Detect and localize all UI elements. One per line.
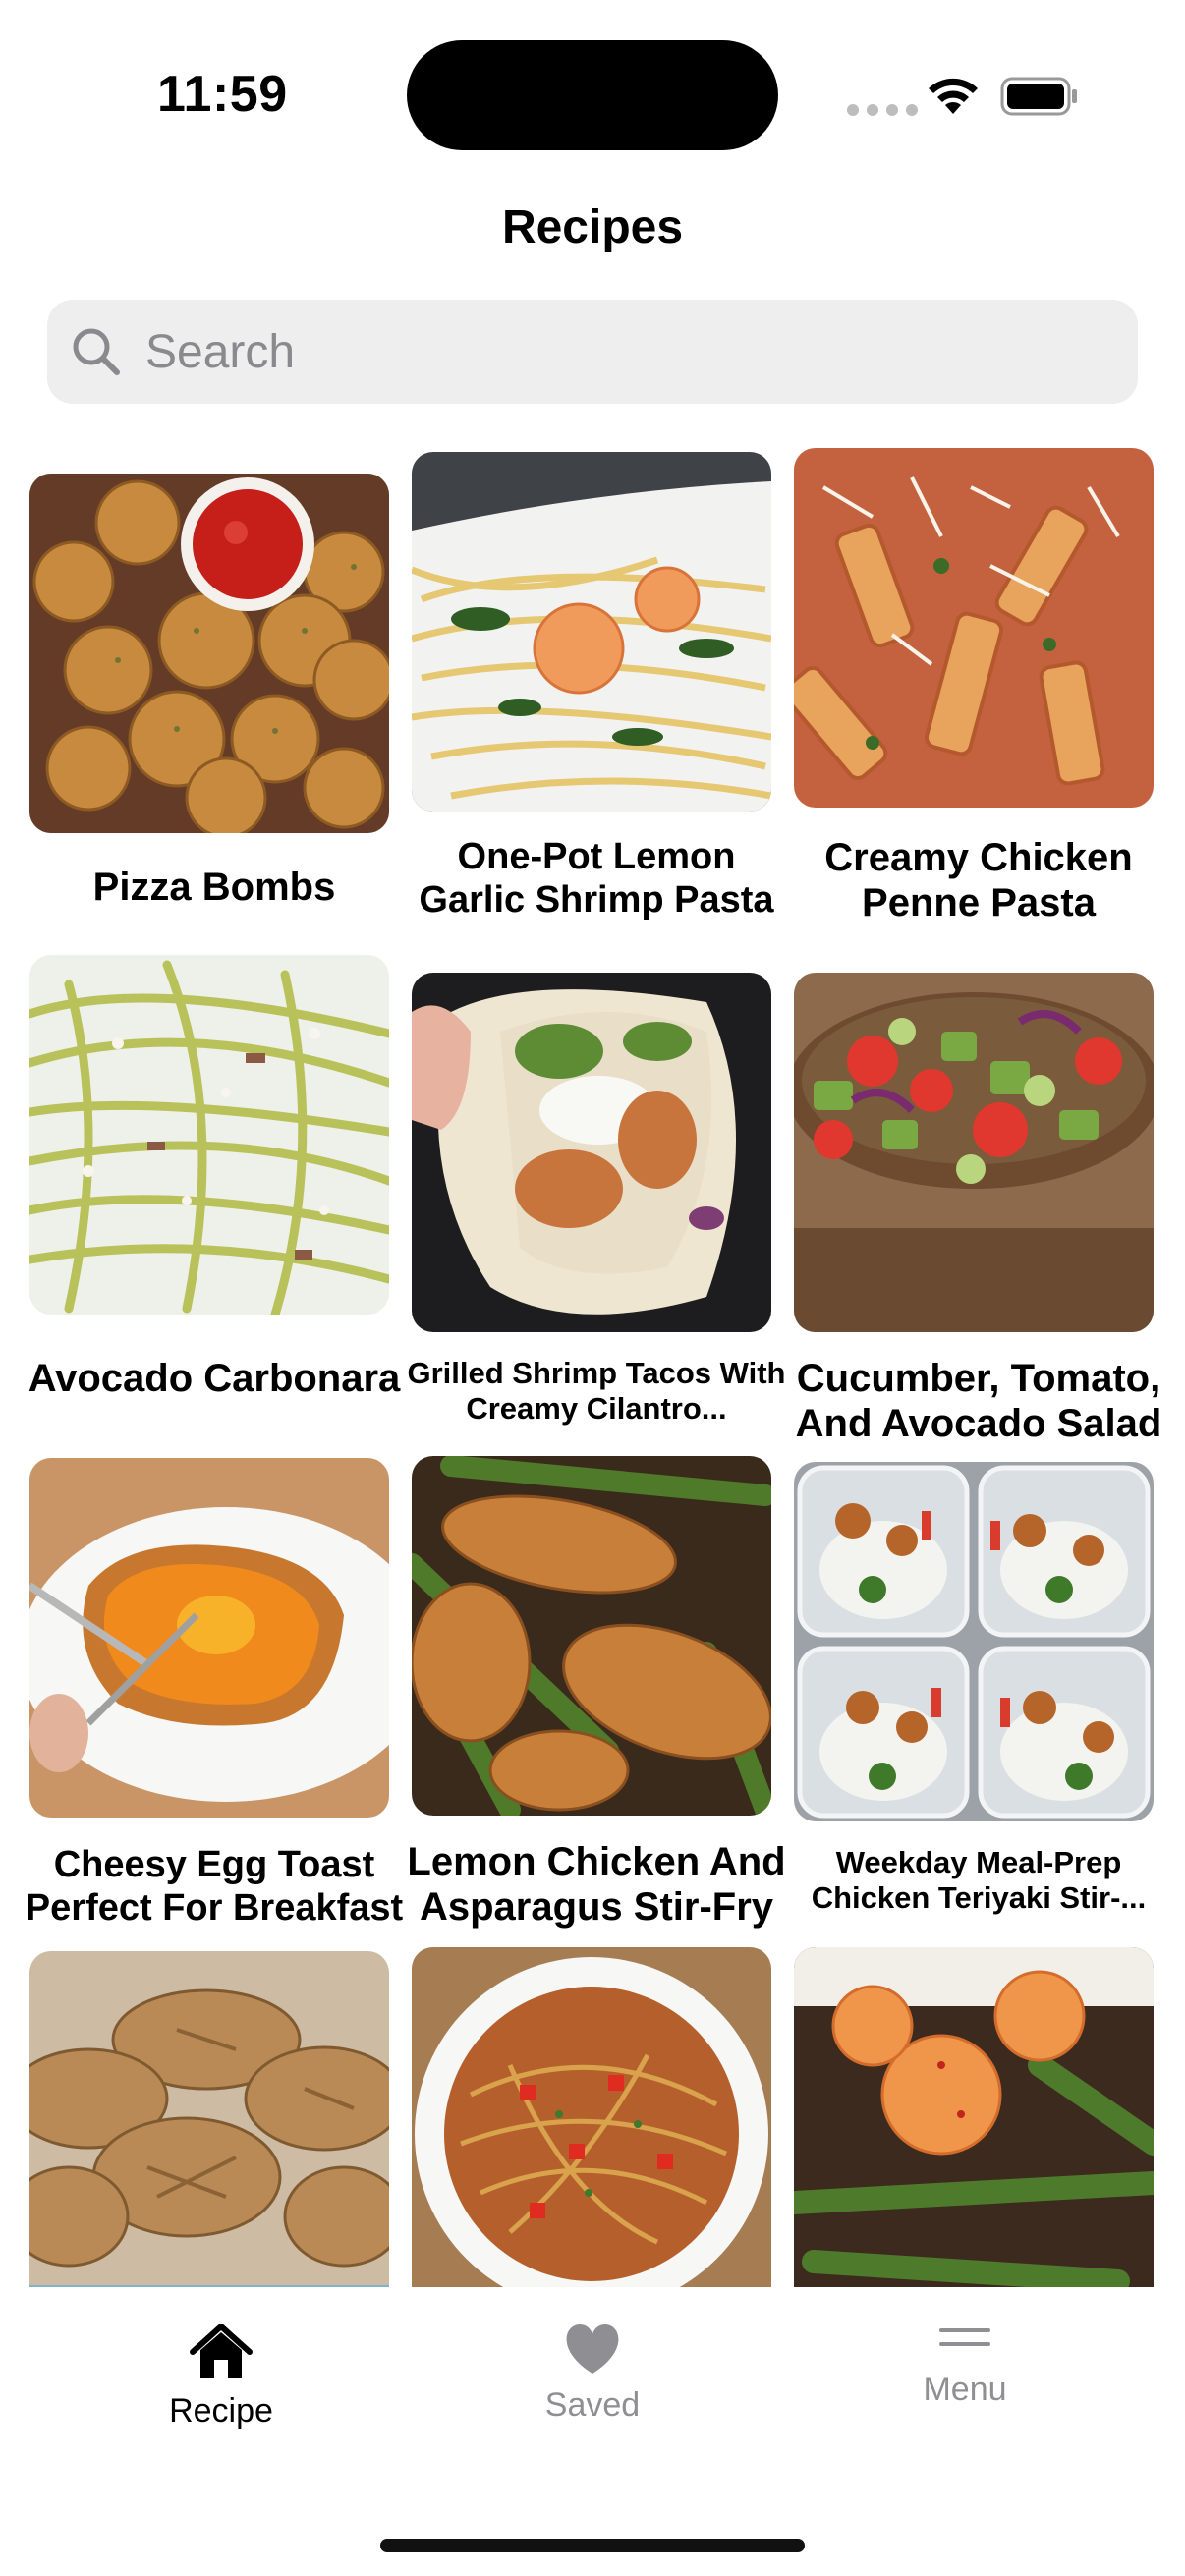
cookies-image — [29, 1951, 389, 2287]
heart-icon — [566, 2324, 619, 2374]
tab-bar: Recipe Saved Menu — [0, 2287, 1185, 2576]
recipe-title: Lemon Chicken And Asparagus Stir-Fry — [407, 1840, 786, 1930]
penne-pasta-image — [794, 448, 1154, 808]
search-bar[interactable] — [47, 300, 1138, 404]
chicken-asparagus-image — [412, 1456, 771, 1816]
recipe-title: Weekday Meal-Prep Chicken Teriyaki Stir-… — [786, 1845, 1171, 1916]
shrimp-asparagus-image — [794, 1947, 1154, 2287]
recipe-title: Cheesy Egg Toast Perfect For Breakfast — [25, 1844, 404, 1930]
recipe-title: Cucumber, Tomato, And Avocado Salad — [795, 1357, 1162, 1446]
avocado-carbonara-image — [29, 955, 389, 1315]
recipe-title: Avocado Carbonara — [28, 1357, 401, 1400]
recipe-thumbnail[interactable] — [29, 955, 389, 1315]
egg-toast-image — [29, 1458, 389, 1818]
recipe-thumbnail[interactable] — [412, 452, 771, 812]
recipe-title: Creamy Chicken Penne Pasta — [824, 836, 1133, 925]
shrimp-tacos-image — [412, 973, 771, 1332]
recipe-thumbnail[interactable] — [794, 1462, 1154, 1821]
tab-saved-label: Saved — [544, 2386, 641, 2424]
tab-menu-label: Menu — [923, 2371, 1007, 2408]
dynamic-island — [407, 40, 778, 150]
pizza-bombs-image — [29, 474, 389, 833]
recipe-title: One-Pot Lemon Garlic Shrimp Pasta — [419, 836, 774, 922]
recipe-grid[interactable]: Pizza Bombs One-Pot Lemon Garlic Shrimp … — [0, 442, 1185, 2287]
shrimp-pasta-image — [412, 452, 771, 812]
tab-menu[interactable]: Menu — [837, 2323, 1093, 2409]
recipe-thumbnail[interactable] — [794, 1947, 1154, 2287]
recipe-thumbnail[interactable] — [29, 474, 389, 833]
home-indicator[interactable] — [380, 2539, 805, 2552]
recipe-thumbnail[interactable] — [29, 1951, 389, 2287]
status-time: 11:59 — [157, 66, 288, 123]
recipe-thumbnail[interactable] — [29, 1458, 389, 1818]
house-icon — [190, 2324, 253, 2378]
wifi-icon — [929, 78, 978, 114]
page-title: Recipes — [501, 201, 684, 253]
tab-recipe[interactable]: Recipe — [93, 2323, 349, 2431]
recipe-title-text: Grilled Shrimp Tacos With Creamy Cilantr… — [407, 1356, 786, 1426]
recipes-screen: 11:59 Recipes Search Pizza Bombs One-Pot… — [0, 0, 1185, 2576]
battery-icon — [1000, 77, 1077, 116]
recipe-thumbnail[interactable] — [412, 1947, 771, 2287]
recipe-title: Grilled Shrimp Tacos With Creamy Cilantr… — [404, 1356, 789, 1427]
recipe-title-text: Weekday Meal-Prep Chicken Teriyaki Stir-… — [811, 1845, 1147, 1915]
recipe-thumbnail[interactable] — [794, 973, 1154, 1332]
search-input[interactable] — [143, 323, 1032, 380]
tab-recipe-label: Recipe — [169, 2392, 273, 2430]
recipe-thumbnail[interactable] — [794, 448, 1154, 808]
spaghetti-bowl-image — [412, 1947, 771, 2287]
recipe-thumbnail[interactable] — [412, 1456, 771, 1816]
recipe-thumbnail[interactable] — [412, 973, 771, 1332]
salad-image — [794, 973, 1154, 1332]
meal-prep-image — [794, 1462, 1154, 1821]
tab-saved[interactable]: Saved — [465, 2323, 720, 2425]
hamburger-menu-icon — [939, 2328, 990, 2346]
recipe-title: Pizza Bombs — [92, 866, 336, 909]
cellular-signal-icon — [847, 104, 918, 116]
search-icon — [67, 322, 126, 381]
